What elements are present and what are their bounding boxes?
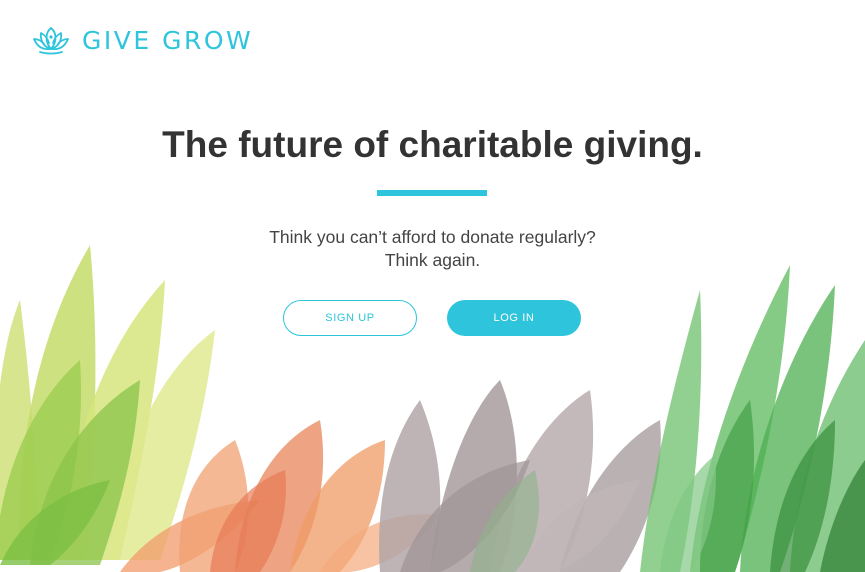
left-agave [0, 245, 215, 565]
grey-succulent [379, 380, 661, 572]
sign-up-button[interactable]: SIGN UP [283, 300, 417, 336]
log-in-button[interactable]: LOG IN [447, 300, 581, 336]
right-aloe [640, 265, 865, 572]
succulent-illustration [0, 245, 865, 572]
